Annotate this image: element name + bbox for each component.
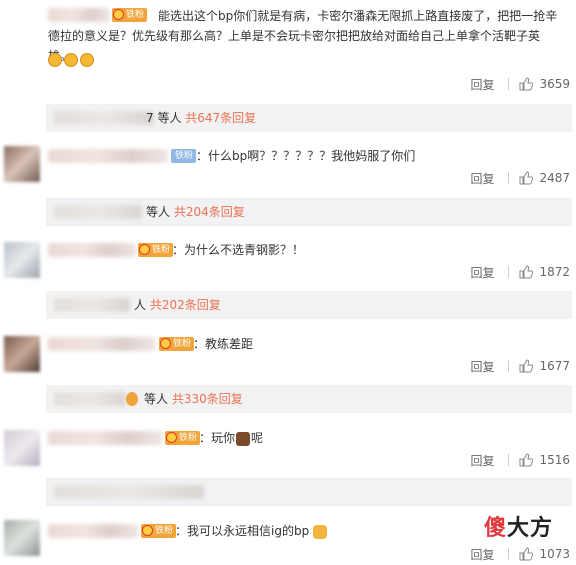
comment-item: 铁粉 能选出这个bp你们就是有病，卡密尔潘森无限抓上路直接废了，把把一抢辛德拉的… bbox=[0, 0, 576, 140]
comment-text: ：教练差距 bbox=[193, 337, 254, 351]
fan-badge: 铁粉 bbox=[165, 431, 201, 445]
thumbs-up-icon[interactable] bbox=[519, 547, 534, 561]
fan-badge: 铁粉 bbox=[171, 149, 197, 163]
view-replies-link[interactable]: 共204条回复 bbox=[174, 205, 245, 219]
crown-icon bbox=[160, 338, 171, 349]
avatar[interactable] bbox=[4, 146, 40, 182]
replier-names-blurred bbox=[54, 392, 126, 406]
fan-badge: 铁粉 bbox=[141, 524, 177, 538]
thumbs-up-icon[interactable] bbox=[519, 265, 534, 279]
view-replies-link[interactable]: 共202条回复 bbox=[150, 298, 221, 312]
replier-names-blurred bbox=[54, 205, 142, 219]
clap-icon bbox=[64, 52, 78, 67]
reply-button[interactable]: 回复 bbox=[470, 170, 494, 187]
replies-text: 人 共202条回复 bbox=[134, 298, 221, 312]
like-count: 1677 bbox=[539, 359, 570, 373]
clap-icon bbox=[80, 52, 94, 67]
comment-actions: 回复 1677 bbox=[470, 358, 570, 374]
watermark-part: 傻 bbox=[484, 516, 508, 541]
comment-item: 铁粉 ：玩你 呢 回复 1516 bbox=[0, 424, 576, 514]
crown-icon bbox=[139, 244, 150, 255]
divider bbox=[508, 360, 510, 372]
watermark: 傻大方 bbox=[484, 510, 553, 542]
like-count: 3659 bbox=[539, 77, 570, 91]
reply-button[interactable]: 回复 bbox=[470, 76, 494, 93]
username-blurred[interactable] bbox=[48, 431, 162, 445]
divider bbox=[508, 172, 510, 184]
divider bbox=[508, 78, 510, 90]
avatar[interactable] bbox=[4, 430, 40, 466]
comment-actions: 回复 1516 bbox=[470, 452, 570, 468]
comment-text: ：我可以永远相信ig的bp bbox=[175, 521, 328, 541]
replies-summary: 等人 共330条回复 bbox=[46, 385, 572, 413]
replier-names-blurred bbox=[54, 111, 154, 125]
horse-emoji-icon bbox=[236, 431, 251, 446]
username-blurred[interactable] bbox=[48, 337, 156, 351]
divider bbox=[508, 548, 510, 560]
like-count: 1516 bbox=[539, 453, 570, 467]
replies-summary: 等人 共204条回复 bbox=[46, 198, 572, 226]
crown-icon bbox=[166, 432, 177, 443]
fan-badge: 铁粉 bbox=[138, 243, 174, 257]
comment-item: 铁粉 ：为什么不选青钢影？！ 回复 1872 人 共202条回复 bbox=[0, 236, 576, 328]
comment-actions: 回复 2487 bbox=[470, 170, 570, 186]
username-blurred[interactable] bbox=[48, 149, 168, 163]
replier-names-blurred bbox=[54, 485, 204, 499]
reply-button[interactable]: 回复 bbox=[470, 546, 494, 563]
replies-text: 7 等人 共647条回复 bbox=[146, 111, 257, 125]
clap-icon bbox=[48, 52, 62, 67]
replies-summary: 人 共202条回复 bbox=[46, 291, 572, 319]
replies-text: 等人 共330条回复 bbox=[144, 392, 243, 406]
username-blurred[interactable] bbox=[48, 524, 138, 538]
emoji-row bbox=[48, 52, 96, 67]
divider bbox=[508, 454, 510, 466]
comment-item: 铁粉 ：教练差距 回复 1677 等人 共330条回复 bbox=[0, 330, 576, 422]
crown-icon bbox=[142, 525, 153, 536]
replier-names-blurred bbox=[54, 298, 130, 312]
like-count: 1872 bbox=[539, 265, 570, 279]
fan-badge bbox=[126, 392, 138, 406]
thumbs-up-icon[interactable] bbox=[519, 453, 534, 467]
comment-text-part: ：玩你 bbox=[199, 431, 236, 445]
reply-button[interactable]: 回复 bbox=[470, 452, 494, 469]
comment-text: 能选出这个bp你们就是有病，卡密尔潘森无限抓上路直接废了，把把一抢辛德拉的意义是… bbox=[48, 9, 558, 63]
watermark-part: 大方 bbox=[507, 516, 554, 541]
comment-text: ：什么bp啊？？？？？？我他妈服了你们 bbox=[196, 149, 416, 163]
comment-actions: 回复 3659 bbox=[470, 76, 570, 92]
thumbs-up-icon[interactable] bbox=[519, 171, 534, 185]
username-blurred[interactable] bbox=[48, 243, 136, 257]
avatar[interactable] bbox=[4, 242, 40, 278]
like-count: 2487 bbox=[539, 171, 570, 185]
avatar[interactable] bbox=[4, 336, 40, 372]
comment-text-part: ：我可以永远相信ig的bp bbox=[175, 524, 310, 538]
view-replies-link[interactable]: 共647条回复 bbox=[185, 111, 256, 125]
replies-summary: 7 等人 共647条回复 bbox=[46, 104, 572, 132]
replies-summary[interactable] bbox=[46, 478, 572, 506]
reply-button[interactable]: 回复 bbox=[470, 264, 494, 281]
thumbs-up-emoji-icon bbox=[313, 524, 328, 539]
comment-text: ：为什么不选青钢影？！ bbox=[172, 243, 305, 257]
reply-button[interactable]: 回复 bbox=[470, 358, 494, 375]
avatar[interactable] bbox=[4, 520, 40, 556]
fan-badge: 铁粉 bbox=[159, 337, 195, 351]
divider bbox=[508, 266, 510, 278]
like-count: 1073 bbox=[539, 547, 570, 561]
comment-actions: 回复 1073 bbox=[470, 546, 570, 562]
comment-item: 铁粉 ：什么bp啊？？？？？？我他妈服了你们 回复 2487 等人 共204条回… bbox=[0, 140, 576, 235]
replies-text: 等人 共204条回复 bbox=[146, 205, 245, 219]
thumbs-up-icon[interactable] bbox=[519, 359, 534, 373]
thumbs-up-icon[interactable] bbox=[519, 77, 534, 91]
comment-text-part: 呢 bbox=[251, 431, 264, 445]
view-replies-link[interactable]: 共330条回复 bbox=[172, 392, 243, 406]
comment-actions: 回复 1872 bbox=[470, 264, 570, 280]
comment-text: ：玩你 呢 bbox=[199, 428, 263, 448]
